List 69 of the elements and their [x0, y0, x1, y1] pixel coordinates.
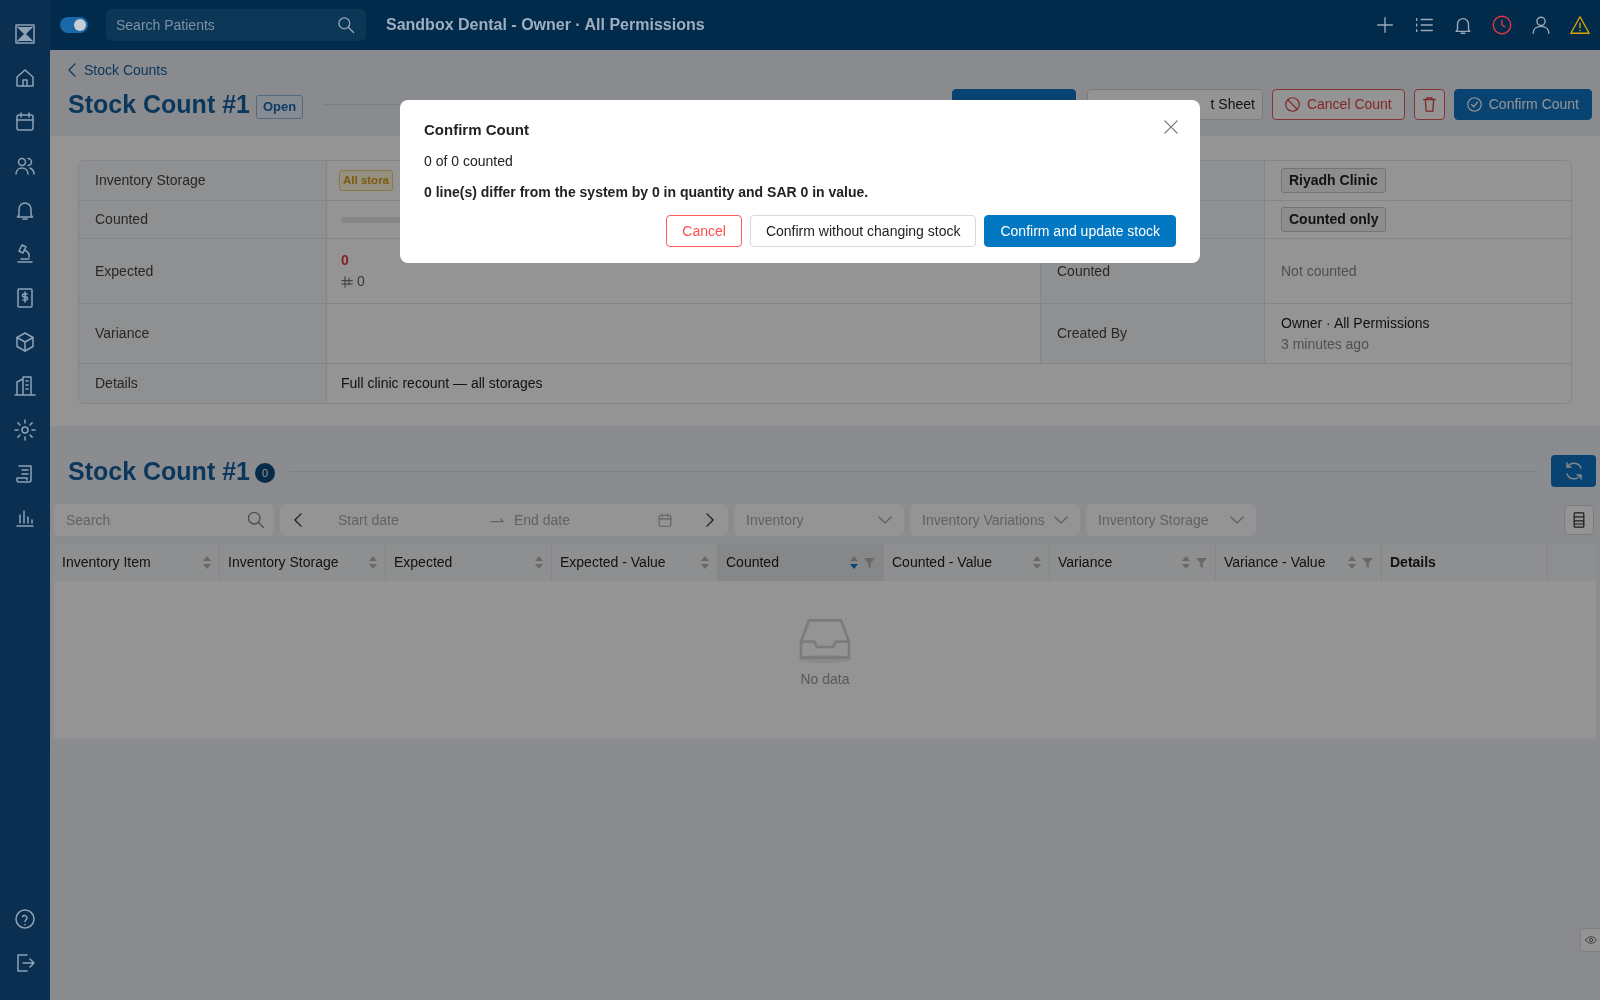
tag: Counted only [1281, 207, 1387, 232]
chevron-right-icon [706, 513, 714, 527]
cancel-button[interactable]: Cancel [666, 215, 742, 247]
clock-icon[interactable] [1491, 14, 1513, 36]
cell-value: Not counted [1281, 261, 1358, 281]
field-label: Details [95, 374, 138, 393]
back-link[interactable]: Stock Counts [68, 60, 168, 80]
box-icon[interactable] [13, 330, 37, 354]
empty-message: No data [800, 670, 850, 689]
section-heading: Stock Count #1 [68, 456, 250, 486]
home-icon[interactable] [13, 66, 37, 90]
eye-icon [1584, 936, 1597, 944]
ban-icon [1284, 96, 1300, 112]
refresh-button[interactable] [1551, 455, 1596, 487]
close-button[interactable] [1162, 118, 1180, 136]
dialog-summary: 0 line(s) differ from the system by 0 in quantity and SAR 0 in value. [424, 183, 870, 202]
tag: All stora [339, 169, 393, 192]
trash-icon [1421, 96, 1437, 112]
help-icon[interactable] [13, 907, 37, 931]
action-button[interactable]: Cancel Count [1271, 88, 1405, 120]
list-icon [1571, 512, 1587, 528]
field-label: Created By [1057, 324, 1128, 343]
chevron-down-icon [1054, 516, 1068, 524]
confirm-button[interactable]: Confirm and update stock [984, 215, 1176, 247]
chevron-left-icon [294, 513, 302, 527]
action-button[interactable]: Confirm Count [1453, 88, 1592, 120]
warning-icon[interactable] [1569, 14, 1591, 36]
building-icon[interactable] [13, 374, 37, 398]
check-circle-icon [1466, 96, 1482, 112]
field-label: Variance [95, 324, 150, 343]
chevron-down-icon [1230, 516, 1244, 524]
dialog-title: Confirm Count [424, 121, 529, 139]
count-badge: 0 [255, 463, 275, 483]
column-header[interactable]: Counted [718, 544, 884, 581]
field-label: Counted [1057, 261, 1110, 281]
calendar-icon[interactable] [13, 110, 37, 134]
field-label: Counted [95, 210, 148, 229]
cell-value: Full clinic recount — all storages [341, 374, 544, 393]
search-icon [336, 15, 356, 35]
plus-icon[interactable] [1374, 14, 1396, 36]
chevron-left-icon [68, 63, 76, 77]
search-field[interactable]: Search Patients [106, 9, 366, 41]
timestamp: 3 minutes ago [1281, 334, 1370, 354]
refresh-icon [1564, 462, 1583, 480]
view-tab[interactable] [1580, 928, 1600, 952]
close-icon [1164, 120, 1178, 134]
settings-icon[interactable] [13, 418, 37, 442]
logo-icon[interactable] [13, 22, 37, 46]
confirm-button[interactable]: Confirm without changing stock [749, 215, 977, 247]
dialog-text: 0 of 0 counted [424, 152, 514, 171]
field-label: Expected [95, 261, 154, 281]
user-name: Owner · All Permissions [1281, 313, 1431, 333]
empty-tray-icon [796, 619, 854, 663]
tag: Riyadh Clinic [1281, 168, 1386, 193]
status-tag: Open [256, 95, 304, 119]
field-label: Inventory Storage [95, 171, 206, 190]
columns-button[interactable] [1564, 505, 1594, 535]
user-icon[interactable] [1530, 14, 1552, 36]
toggle-switch[interactable] [60, 17, 88, 33]
chevron-down-icon [878, 516, 892, 524]
sort-icon[interactable] [850, 556, 858, 569]
arrow-icon [490, 517, 504, 523]
search-icon [248, 512, 264, 528]
money-value: 0 [357, 272, 365, 291]
calendar-icon [658, 513, 672, 527]
amount-value: 0 [341, 251, 350, 270]
page-title: Sandbox Dental - Owner · All Permissions [386, 15, 705, 35]
delete-button[interactable] [1413, 88, 1445, 120]
page-heading: Stock Count #1 [68, 89, 250, 119]
